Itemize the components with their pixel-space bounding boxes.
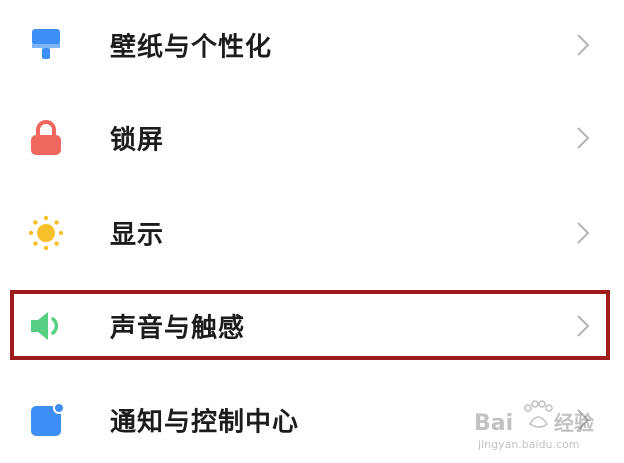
svg-text:jingyan.baidu.com: jingyan.baidu.com xyxy=(477,438,580,451)
settings-item-label: 显示 xyxy=(110,220,165,251)
chevron-right-icon xyxy=(572,124,594,152)
baidu-watermark-logo: Bai 经验 jingyan.baidu.com xyxy=(470,394,610,454)
settings-item-label: 壁纸与个性化 xyxy=(110,32,273,63)
settings-item-display[interactable]: 显示 xyxy=(0,193,624,273)
chevron-right-icon xyxy=(572,219,594,247)
settings-item-wallpaper[interactable]: 壁纸与个性化 xyxy=(0,5,624,85)
settings-item-label: 通知与控制中心 xyxy=(110,407,300,438)
svg-text:经验: 经验 xyxy=(554,411,594,435)
lock-icon xyxy=(22,114,70,162)
highlight-frame xyxy=(10,290,610,360)
settings-item-lock-screen[interactable]: 锁屏 xyxy=(0,98,624,178)
sun-icon xyxy=(22,209,70,257)
svg-text:Bai: Bai xyxy=(474,411,513,436)
chevron-right-icon xyxy=(572,31,594,59)
wallpaper-brush-icon xyxy=(22,21,70,69)
notification-icon xyxy=(22,396,70,444)
settings-item-label: 锁屏 xyxy=(110,125,165,156)
settings-list: 壁纸与个性化 锁屏 显示 声音与触感 通知与控制中心 Bai 经验 jingya… xyxy=(0,0,624,463)
